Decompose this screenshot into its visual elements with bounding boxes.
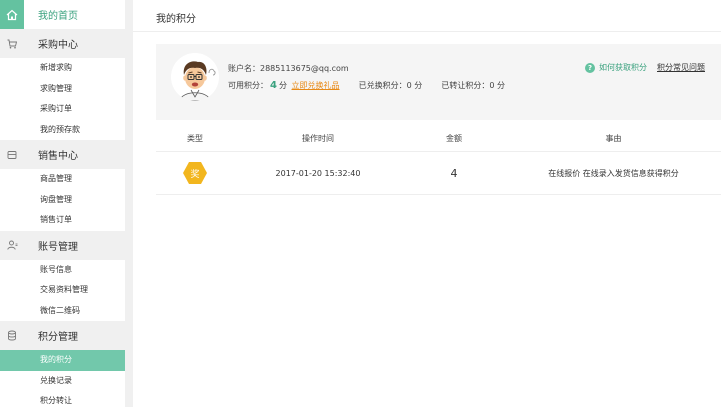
sidebar-section-label: 积分管理 bbox=[38, 332, 78, 343]
sidebar-section-label: 采购中心 bbox=[38, 40, 78, 51]
header-amount: 金额 bbox=[446, 133, 462, 143]
available-points-label: 可用积分： bbox=[228, 81, 268, 90]
points-faq-link[interactable]: 积分常见问题 bbox=[657, 62, 705, 73]
question-icon: ? bbox=[585, 62, 595, 73]
account-name-value: 2885113675@qq.com bbox=[260, 64, 349, 73]
sidebar-item-purchase-orders[interactable]: 采购订单 bbox=[0, 99, 125, 120]
how-to-get-points-link[interactable]: 如何获取积分 bbox=[599, 62, 647, 73]
sidebar-item-inquiry-management[interactable]: 询盘管理 bbox=[0, 190, 125, 211]
sidebar-item-trade-data[interactable]: 交易资料管理 bbox=[0, 280, 125, 301]
help-links: ? 如何获取积分 积分常见问题 bbox=[585, 62, 705, 73]
table-header: 类型 操作时间 金额 事由 bbox=[156, 125, 721, 152]
transferred-points-unit: 分 bbox=[496, 81, 505, 90]
sidebar-divider bbox=[125, 0, 133, 407]
sidebar-item-my-points[interactable]: 我的积分 bbox=[0, 350, 125, 371]
header-time: 操作时间 bbox=[302, 133, 334, 143]
sidebar-item-exchange-records[interactable]: 兑换记录 bbox=[0, 371, 125, 392]
sidebar-item-product-management[interactable]: 商品管理 bbox=[0, 169, 125, 190]
sidebar-section-sales[interactable]: 销售中心 bbox=[0, 140, 125, 169]
account-summary: 账户名：2885113675@qq.com 可用积分： 4 分 立即兑换礼品 已兑换… bbox=[156, 44, 721, 120]
points-table: 类型 操作时间 金额 事由 奖 2017-01-20 15:32:40 4 在线… bbox=[156, 125, 721, 195]
available-points-value: 4 bbox=[270, 80, 277, 91]
coins-icon bbox=[0, 330, 24, 341]
cell-time: 2017-01-20 15:32:40 bbox=[275, 168, 361, 178]
sidebar-section-account[interactable]: 账号管理 bbox=[0, 230, 125, 260]
sidebar-item-new-request[interactable]: 新增求购 bbox=[0, 58, 125, 79]
header-reason: 事由 bbox=[605, 133, 622, 143]
table-row: 奖 2017-01-20 15:32:40 4 在线报价 在线录入发货信息获得积… bbox=[156, 152, 721, 195]
title-divider bbox=[133, 31, 721, 32]
amount-value: 4 bbox=[450, 166, 458, 180]
page-title: 我的积分 bbox=[156, 14, 196, 25]
sidebar-item-account-info[interactable]: 账号信息 bbox=[0, 260, 125, 281]
available-points-unit: 分 bbox=[278, 81, 287, 90]
exchanged-points-label: 已兑换积分： bbox=[358, 81, 407, 90]
sidebar-section-purchase[interactable]: 采购中心 bbox=[0, 29, 125, 58]
main-content: 我的积分 账户名：2885113675@qq.com 可用积分： 4 分 立即兑… bbox=[133, 0, 721, 407]
box-icon bbox=[0, 150, 24, 160]
exchanged-points-unit: 分 bbox=[414, 81, 423, 90]
sidebar-item-points-transfer[interactable]: 积分转让 bbox=[0, 391, 125, 407]
points-summary-line: 可用积分： 4 分 立即兑换礼品 已兑换积分：0 分 已转让积分：0 分 bbox=[228, 80, 505, 91]
sidebar-item-my-deposit[interactable]: 我的预存款 bbox=[0, 120, 125, 141]
cart-icon bbox=[0, 39, 24, 49]
user-icon bbox=[0, 240, 24, 250]
reward-badge-icon: 奖 bbox=[183, 162, 207, 184]
reward-badge-label: 奖 bbox=[190, 169, 200, 180]
home-icon bbox=[0, 0, 24, 29]
sidebar-section-label: 账号管理 bbox=[38, 241, 78, 253]
sidebar-home[interactable]: 我的首页 bbox=[0, 0, 125, 29]
account-name-line: 账户名：2885113675@qq.com bbox=[228, 63, 349, 74]
sidebar-home-label: 我的首页 bbox=[38, 11, 78, 22]
sidebar-section-label: 销售中心 bbox=[38, 151, 78, 162]
transferred-points-value: 0 bbox=[489, 81, 495, 90]
account-name-label: 账户名： bbox=[228, 64, 260, 73]
sidebar-item-request-management[interactable]: 求购管理 bbox=[0, 79, 125, 100]
cell-type: 奖 bbox=[156, 162, 234, 184]
avatar bbox=[171, 53, 219, 101]
sidebar: 我的首页 采购中心 新增求购 求购管理 采购订单 我的预存款 销售中心 商品管理… bbox=[0, 0, 125, 407]
cell-reason: 在线报价 在线录入发货信息获得积分 bbox=[548, 168, 679, 178]
sidebar-section-points[interactable]: 积分管理 bbox=[0, 321, 125, 350]
transferred-points-label: 已转让积分： bbox=[441, 81, 490, 90]
exchanged-points-value: 0 bbox=[406, 81, 412, 90]
header-type: 类型 bbox=[187, 133, 203, 143]
cell-amount: 4 bbox=[402, 167, 506, 180]
sidebar-item-wechat-qr[interactable]: 微信二维码 bbox=[0, 301, 125, 322]
redeem-gift-link[interactable]: 立即兑换礼品 bbox=[292, 81, 340, 90]
sidebar-item-sales-orders[interactable]: 销售订单 bbox=[0, 210, 125, 231]
